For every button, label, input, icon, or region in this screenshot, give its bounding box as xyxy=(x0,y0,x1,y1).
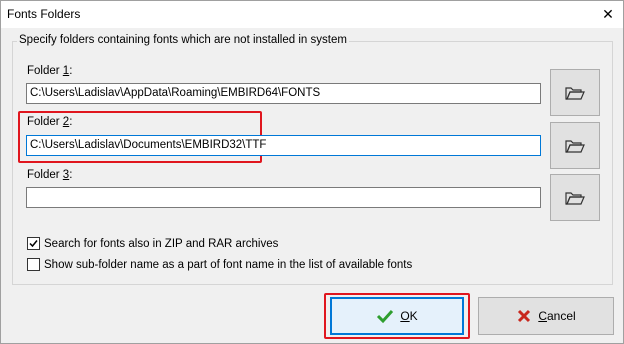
folder-1-label: Folder 1: xyxy=(27,65,73,77)
checkmark-icon xyxy=(29,240,38,248)
show-subfolder-label: Show sub-folder name as a part of font n… xyxy=(44,258,413,271)
show-subfolder-checkbox[interactable] xyxy=(27,258,40,271)
ok-label: OK xyxy=(400,309,418,323)
search-zip-rar-label: Search for fonts also in ZIP and RAR arc… xyxy=(44,237,279,250)
folder-2-label: Folder 2: xyxy=(27,116,73,128)
folder-1-field[interactable]: C:\Users\Ladislav\AppData\Roaming\EMBIRD… xyxy=(26,83,541,104)
close-icon: ✕ xyxy=(602,6,614,22)
folder-2-field[interactable]: C:\Users\Ladislav\Documents\EMBIRD32\TTF xyxy=(26,135,541,156)
open-folder-icon xyxy=(565,139,585,153)
folder-3-field[interactable] xyxy=(26,187,541,208)
open-folder-icon xyxy=(565,86,585,100)
folder-3-label: Folder 3: xyxy=(27,169,73,181)
browse-folder-1-button[interactable] xyxy=(550,69,600,116)
search-zip-rar-checkbox[interactable] xyxy=(27,237,40,250)
cancel-label: Cancel xyxy=(538,309,576,323)
cancel-button[interactable]: Cancel xyxy=(478,297,614,335)
groupbox-label: Specify folders containing fonts which a… xyxy=(17,34,349,46)
search-zip-rar-option[interactable]: Search for fonts also in ZIP and RAR arc… xyxy=(27,237,278,250)
fonts-folders-dialog: Fonts Folders ✕ Specify folders containi… xyxy=(0,0,624,344)
cancel-x-icon xyxy=(518,309,531,323)
title-bar: Fonts Folders ✕ xyxy=(1,1,623,28)
ok-button[interactable]: OK xyxy=(330,297,464,335)
window-title: Fonts Folders xyxy=(7,7,81,21)
open-folder-icon xyxy=(565,191,585,205)
checkmark-icon xyxy=(377,309,394,324)
close-button[interactable]: ✕ xyxy=(593,1,623,28)
show-subfolder-option[interactable]: Show sub-folder name as a part of font n… xyxy=(27,258,412,271)
browse-folder-3-button[interactable] xyxy=(550,174,600,221)
browse-folder-2-button[interactable] xyxy=(550,122,600,169)
